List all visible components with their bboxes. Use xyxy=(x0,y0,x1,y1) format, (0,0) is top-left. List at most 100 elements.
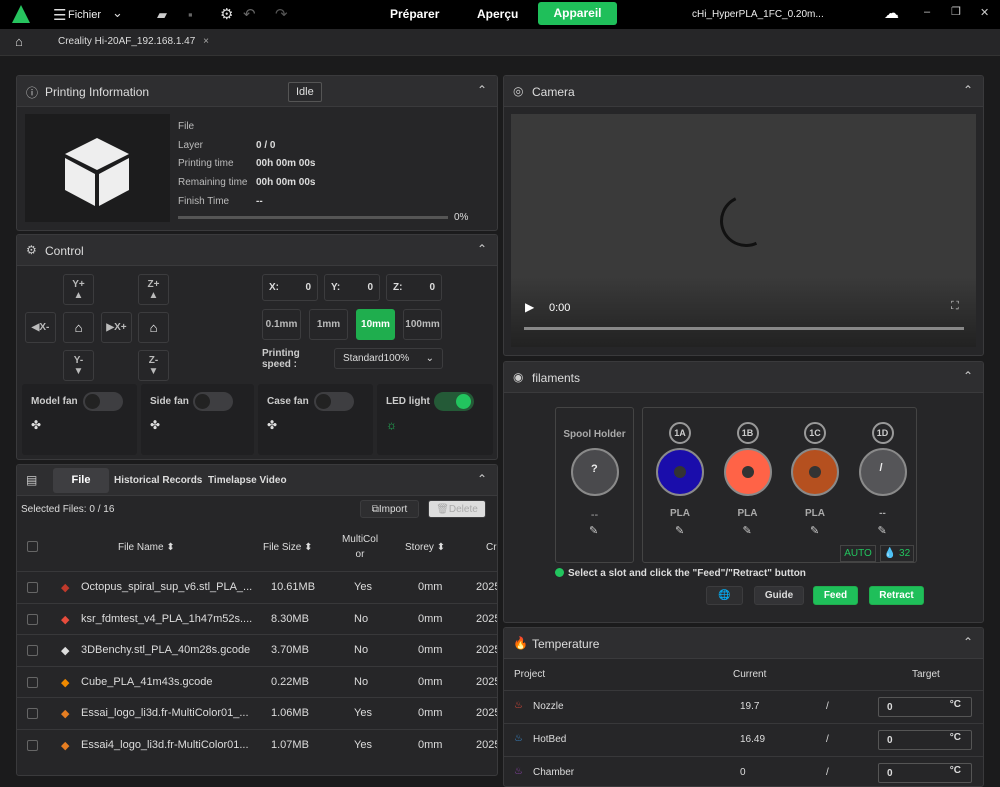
video-seek-bar[interactable] xyxy=(524,327,964,330)
tab-timelapse-video[interactable]: Timelapse Video xyxy=(208,475,287,486)
collapse-icon[interactable]: ⌃ xyxy=(963,369,973,383)
undo-icon[interactable]: ↶ xyxy=(243,5,256,23)
z-coord-field[interactable]: Z: 0 xyxy=(386,274,442,301)
import-button[interactable]: ⧉ Import xyxy=(360,500,419,518)
home-xy-button[interactable]: ⌂ xyxy=(63,312,94,343)
gear-icon[interactable]: ⚙ xyxy=(220,5,233,23)
jog-z-plus-button[interactable]: Z+ ▲ xyxy=(138,274,169,305)
filament-slot[interactable]: 1B PLA ✎ xyxy=(723,408,775,538)
tab-preview[interactable]: Aperçu xyxy=(477,7,518,21)
printing-speed-select[interactable]: Standard100% ⌄ xyxy=(334,348,443,369)
target-temp-input[interactable]: 0 °C xyxy=(878,697,972,717)
row-checkbox[interactable] xyxy=(27,582,38,593)
save-icon[interactable]: ▪ xyxy=(188,7,193,22)
redo-icon[interactable]: ↷ xyxy=(275,5,288,23)
filament-slot[interactable]: 1A PLA ✎ xyxy=(655,408,707,538)
storey: 0mm xyxy=(418,738,443,751)
column-header-file-size[interactable]: File Size ⬍ xyxy=(263,542,313,553)
current-temp: 19.7 xyxy=(740,701,760,712)
cloud-upload-icon[interactable]: ☁ xyxy=(884,4,899,22)
jog-y-minus-button[interactable]: Y- ▼ xyxy=(63,350,94,381)
jog-x-plus-button[interactable]: ▶ X+ xyxy=(101,312,132,343)
column-header-storey[interactable]: Storey ⬍ xyxy=(405,542,445,553)
filament-slot[interactable]: 1D / -- ✎ xyxy=(858,408,910,538)
target-temp-input[interactable]: 0 °C xyxy=(878,763,972,783)
model-fan-toggle[interactable] xyxy=(83,392,123,411)
feed-button[interactable]: Feed xyxy=(813,586,858,605)
collapse-icon[interactable]: ⌃ xyxy=(963,635,973,649)
row-checkbox[interactable] xyxy=(27,613,38,625)
minimize-button[interactable]: – xyxy=(924,6,930,18)
step-0-1mm-button[interactable]: 0.1mm xyxy=(262,309,301,340)
step-100mm-button[interactable]: 100mm xyxy=(403,309,442,340)
table-row[interactable]: ◆ Essai_logo_li3d.fr-MultiColor01_... 1.… xyxy=(17,697,497,728)
row-checkbox[interactable] xyxy=(27,739,38,751)
guide-button[interactable]: Guide xyxy=(754,586,804,605)
side-fan-toggle[interactable] xyxy=(193,392,233,411)
tab-file[interactable]: File xyxy=(53,468,109,493)
target-temp-input[interactable]: 0 °C xyxy=(878,730,972,750)
step-10mm-button[interactable]: 10mm xyxy=(356,309,395,340)
collapse-icon[interactable]: ⌃ xyxy=(963,83,973,97)
edit-icon[interactable]: ✎ xyxy=(810,524,819,537)
close-button[interactable]: ✕ xyxy=(980,6,989,19)
video-time: 0:00 xyxy=(549,302,571,314)
storey: 0mm xyxy=(418,581,443,593)
camera-video[interactable]: ▶ 0:00 ⛶ xyxy=(511,114,976,347)
tab-prepare[interactable]: Préparer xyxy=(390,7,439,21)
model-fan-card: Model fan ✤ xyxy=(22,384,137,455)
auto-badge[interactable]: AUTO xyxy=(840,545,876,562)
flame-icon: ♨ xyxy=(514,766,523,777)
model-icon: ◆ xyxy=(61,645,70,657)
case-fan-toggle[interactable] xyxy=(314,392,354,411)
table-row[interactable]: ◆ Essai4_logo_li3d.fr-MultiColor01... 1.… xyxy=(17,728,497,760)
maximize-button[interactable]: ❐ xyxy=(951,5,961,18)
edit-icon[interactable]: ✎ xyxy=(743,524,752,537)
device-tab[interactable]: Creality Hi-20AF_192.168.1.47 × xyxy=(58,36,209,47)
delete-button[interactable]: 🗑 Delete xyxy=(428,500,486,518)
home-icon[interactable]: ⌂ xyxy=(15,34,23,49)
progress-bar xyxy=(178,216,448,219)
row-checkbox[interactable] xyxy=(27,645,38,656)
tab-device[interactable]: Appareil xyxy=(538,2,617,25)
play-button[interactable]: ▶ xyxy=(525,300,534,314)
tab-historical-records[interactable]: Historical Records xyxy=(114,475,202,486)
led-light-toggle[interactable] xyxy=(434,392,474,411)
model-icon: ◆ xyxy=(61,676,70,689)
filament-slot[interactable]: 1C PLA ✎ xyxy=(790,408,842,538)
collapse-icon[interactable]: ⌃ xyxy=(477,472,487,486)
retract-button[interactable]: Retract xyxy=(869,586,924,605)
table-row[interactable]: ◆ Cube_PLA_41m43s.gcode 0.22MB No 0mm 20… xyxy=(17,665,497,697)
chevron-down-icon[interactable]: ⌄ xyxy=(112,5,123,21)
column-header-file-name[interactable]: File Name ⬍ xyxy=(118,542,175,553)
collapse-icon[interactable]: ⌃ xyxy=(477,83,487,97)
fullscreen-button[interactable]: ⛶ xyxy=(951,300,959,313)
table-row[interactable]: ◆ Octopus_spiral_sup_v6.stl_PLA_... 10.6… xyxy=(17,571,497,602)
coord-value: 0 xyxy=(305,282,311,293)
home-z-button[interactable]: ⌂ xyxy=(138,312,169,343)
panel-title: Control xyxy=(45,244,84,258)
edit-icon[interactable]: ✎ xyxy=(589,524,598,537)
y-coord-field[interactable]: Y: 0 xyxy=(324,274,380,301)
globe-button[interactable]: 🌐 xyxy=(706,586,743,605)
table-row[interactable]: ◆ ksr_fdmtest_v4_PLA_1h47m52s.... 8.30MB… xyxy=(17,602,497,634)
step-1mm-button[interactable]: 1mm xyxy=(309,309,348,340)
spool-holder[interactable]: Spool Holder ? -- ✎ xyxy=(555,407,634,563)
x-coord-field[interactable]: X: 0 xyxy=(262,274,318,301)
printer-thumbnail xyxy=(25,114,170,222)
coord-label: Y: xyxy=(331,282,341,293)
file-menu[interactable]: Fichier xyxy=(68,9,101,21)
row-checkbox[interactable] xyxy=(27,708,38,719)
edit-icon[interactable]: ✎ xyxy=(675,524,684,537)
select-all-checkbox[interactable] xyxy=(27,541,38,552)
menu-icon[interactable]: ☰ xyxy=(53,6,66,24)
edit-icon[interactable]: ✎ xyxy=(878,524,887,537)
jog-y-plus-button[interactable]: Y+ ▲ xyxy=(63,274,94,305)
table-row[interactable]: ◆ 3DBenchy.stl_PLA_40m28s.gcode 3.70MB N… xyxy=(17,634,497,665)
jog-x-minus-button[interactable]: ◀ X- xyxy=(25,312,56,343)
row-checkbox[interactable] xyxy=(27,676,38,688)
open-folder-icon[interactable]: ▰ xyxy=(157,7,167,23)
collapse-icon[interactable]: ⌃ xyxy=(477,242,487,256)
close-tab-icon[interactable]: × xyxy=(203,36,209,47)
jog-z-minus-button[interactable]: Z- ▼ xyxy=(138,350,169,381)
